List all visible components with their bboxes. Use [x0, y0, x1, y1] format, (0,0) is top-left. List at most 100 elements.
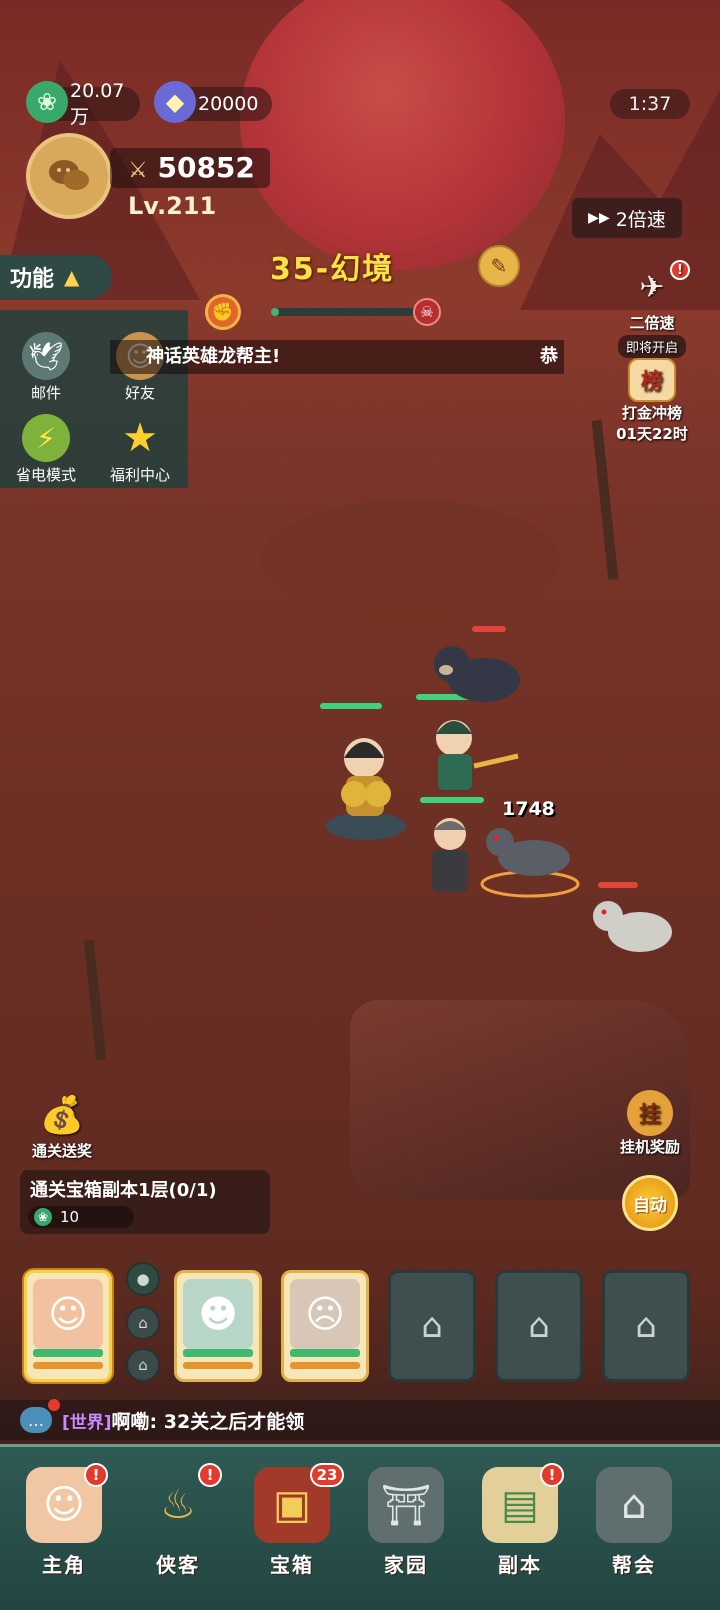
welfare-center-button[interactable]: ★ 福利中心: [100, 414, 180, 485]
clear-reward-widget[interactable]: 💰 通关送奖: [20, 1090, 104, 1161]
hero-slot-locked[interactable]: ⌂: [388, 1270, 476, 1382]
double-speed-widget[interactable]: ✈ 二倍速 即将开启 !: [608, 260, 696, 358]
hero-energy-bar: [183, 1362, 253, 1369]
power-save-button[interactable]: ⚡ 省电模式: [6, 414, 86, 485]
mail-button[interactable]: 🕊 邮件: [6, 332, 86, 403]
hero-hp-bar: [183, 1349, 253, 1357]
mail-icon: 🕊: [22, 332, 70, 380]
nav-treasure[interactable]: ▣ 宝箱 23: [240, 1463, 344, 1597]
alert-badge: !: [540, 1463, 564, 1487]
hero-slot-2[interactable]: ☻: [174, 1270, 262, 1382]
enemy-white-wolf: [584, 892, 680, 968]
home-gate-icon: ⛩: [368, 1467, 444, 1543]
wechat-icon: [49, 160, 89, 190]
crossed-swords-icon: ⚔: [128, 158, 148, 183]
welfare-center-label: 福利中心: [109, 466, 170, 484]
ranking-widget[interactable]: 榜 打金冲榜 01天22时: [608, 358, 696, 444]
skill-slot-active[interactable]: ●: [126, 1262, 160, 1296]
broadcast-marquee: 神话英雄龙帮主! 恭: [110, 340, 564, 374]
nav-hero-label: 主角: [42, 1553, 86, 1577]
ally-old-master: [420, 812, 480, 900]
nav-dungeon[interactable]: ▤ 副本 !: [468, 1463, 572, 1597]
bottom-nav: ☺ 主角 ! ♨ 侠客 ! ▣ 宝箱 23 ⛩ 家园 ▤ 副本 ! ⌂ 帮会: [0, 1444, 720, 1610]
enemy-black-bear: [428, 640, 524, 710]
gem-value: 20000: [198, 93, 259, 115]
stage-progress: ✊ ☠: [205, 294, 445, 330]
idle-bag-icon: 挂: [627, 1090, 673, 1136]
ranking-banner-icon: 榜: [628, 358, 676, 402]
hero-slot-locked[interactable]: ⌂: [602, 1270, 690, 1382]
marquee-text: 神话英雄龙帮主!: [146, 346, 281, 367]
ally-swordsman: [414, 710, 524, 798]
hero-portrait-icon: ☻: [183, 1279, 253, 1349]
quest-panel[interactable]: 通关宝箱副本1层(0/1) ❀ 10: [20, 1170, 270, 1234]
skill-slot-locked[interactable]: ⌂: [126, 1348, 160, 1382]
nav-home[interactable]: ⛩ 家园: [354, 1467, 458, 1597]
chat-channel: [世界]: [62, 1412, 112, 1433]
jade-icon: ❀: [34, 1208, 52, 1226]
lock-icon: ⌂: [421, 1306, 443, 1346]
mail-label: 邮件: [30, 384, 61, 402]
clear-reward-label: 通关送奖: [31, 1142, 92, 1160]
function-tab[interactable]: 功能 ▲: [0, 255, 112, 299]
gem-currency[interactable]: ◆ 20000: [154, 81, 272, 123]
nav-hero[interactable]: ☺ 主角 !: [12, 1463, 116, 1597]
ground-patch: [260, 500, 560, 620]
jade-value: 20.07万: [70, 79, 125, 128]
chat-alert-dot: [48, 1399, 60, 1411]
hero-energy-bar: [33, 1362, 103, 1369]
idle-reward-widget[interactable]: 挂 挂机奖励: [608, 1090, 692, 1157]
speed-button[interactable]: ▶▶ 2倍速: [572, 198, 682, 238]
nav-guild-label: 帮会: [612, 1553, 656, 1577]
world-chat-bar[interactable]: … [世界]啊嘞: 32关之后才能领: [0, 1399, 720, 1440]
lock-icon: ⌂: [528, 1306, 550, 1346]
ally-rider: [318, 718, 418, 848]
friend-label: 好友: [124, 384, 155, 402]
player-avatar[interactable]: [26, 133, 112, 219]
jade-currency[interactable]: ❀ 20.07万: [26, 80, 140, 128]
chat-sender: 啊嘞:: [111, 1410, 158, 1433]
hero-portrait-icon: ☺: [33, 1279, 103, 1349]
hero-slot-3[interactable]: ☹: [281, 1270, 369, 1382]
ranking-timer: 01天22时: [616, 425, 688, 443]
player-level: Lv.211: [128, 192, 217, 220]
alert-badge: !: [670, 260, 690, 280]
ally-hp-bar: [320, 703, 382, 709]
enemy-hp-bar: [472, 626, 506, 632]
money-bag-icon: 💰: [39, 1095, 85, 1136]
power-save-label: 省电模式: [15, 466, 76, 484]
speed-label: 2倍速: [615, 208, 666, 231]
skill-slot-locked[interactable]: ⌂: [126, 1306, 160, 1340]
stage-scroll-icon[interactable]: ✎: [478, 245, 520, 287]
nav-treasure-label: 宝箱: [270, 1553, 314, 1577]
star-icon: ★: [122, 415, 158, 461]
hero-portrait-icon: ☹: [290, 1279, 360, 1349]
ally-hp-bar: [420, 797, 484, 803]
chat-body: 32关之后才能领: [163, 1410, 305, 1433]
hero-slot-locked[interactable]: ⌂: [495, 1270, 583, 1382]
idle-reward-label: 挂机奖励: [619, 1138, 680, 1156]
blood-moon: [240, 0, 565, 270]
ranking-label: 打金冲榜: [621, 404, 682, 422]
alert-badge: !: [198, 1463, 222, 1487]
alert-badge: !: [84, 1463, 108, 1487]
enemy-grey-wolf: [478, 818, 582, 902]
hero-slot-1[interactable]: ☺: [24, 1270, 112, 1382]
power-save-icon: ⚡: [22, 414, 70, 462]
chat-message: [世界]啊嘞: 32关之后才能领: [62, 1407, 304, 1434]
nav-dungeon-label: 副本: [498, 1553, 542, 1577]
combat-power-value: 50852: [157, 151, 255, 184]
coming-soon-label: 即将开启: [617, 335, 686, 358]
function-tab-label: 功能: [10, 267, 55, 292]
chevron-up-icon: ▲: [64, 265, 80, 289]
jade-icon: ❀: [26, 81, 68, 123]
fast-forward-icon: ▶▶: [588, 210, 610, 226]
auto-button[interactable]: 自动: [622, 1175, 678, 1231]
nav-home-label: 家园: [384, 1553, 428, 1577]
quest-reward: ❀ 10: [28, 1206, 134, 1228]
function-panel: 🕊 邮件 ☺ 好友 ⚡ 省电模式 ★ 福利中心: [0, 310, 188, 488]
nav-knights[interactable]: ♨ 侠客 !: [126, 1463, 230, 1597]
treasure-count-badge: 23: [310, 1463, 344, 1487]
nav-guild[interactable]: ⌂ 帮会: [582, 1467, 686, 1597]
nav-knights-label: 侠客: [156, 1553, 200, 1577]
